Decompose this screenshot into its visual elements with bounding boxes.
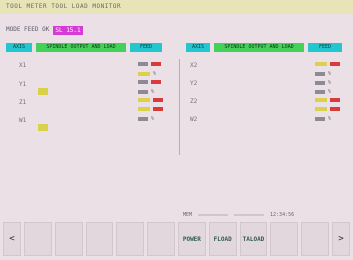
- value-bar: [153, 107, 163, 111]
- mode-line: MODE FEED OK SL 15.1: [6, 24, 83, 36]
- right-unit: %: [328, 89, 332, 95]
- value-bar: [151, 62, 161, 66]
- value-bar: [315, 81, 325, 85]
- value-bar: [330, 107, 340, 111]
- title-bar: TOOL METER TOOL LOAD MONITOR: [0, 0, 353, 14]
- value-bar: [138, 90, 148, 94]
- right-value-row: [315, 107, 340, 111]
- softkey-3[interactable]: [85, 222, 114, 256]
- right-unit: %: [328, 80, 332, 86]
- left-unit: %: [151, 89, 155, 95]
- softkey-4[interactable]: [116, 222, 145, 256]
- softkey-1[interactable]: [24, 222, 52, 256]
- value-bar: [330, 98, 340, 102]
- right-panel-header: AXIS SPINDLE OUTPUT AND LOAD FEED: [186, 43, 342, 52]
- softkey-taload[interactable]: TALOAD: [239, 222, 268, 256]
- left-unit: %: [151, 116, 155, 122]
- right-value-row: %: [315, 89, 331, 95]
- softkey-9[interactable]: [270, 222, 299, 256]
- right-value-row: %: [315, 80, 331, 86]
- right-value-row: [315, 62, 340, 66]
- right-axis-label: Z2: [190, 98, 198, 105]
- right-value-row: %: [315, 71, 331, 77]
- left-spindle-header: SPINDLE OUTPUT AND LOAD: [36, 43, 126, 52]
- right-axis-label: Y2: [190, 80, 198, 87]
- right-axis-header: AXIS: [186, 43, 210, 52]
- value-bar: [138, 62, 148, 66]
- right-value-row: %: [315, 116, 331, 122]
- left-feed-header: FEED: [130, 43, 162, 52]
- value-bar: [315, 117, 325, 121]
- right-unit: %: [328, 71, 332, 77]
- status-time: 12:34:56: [270, 212, 295, 218]
- left-value-row: [138, 62, 161, 66]
- value-bar: [315, 90, 325, 94]
- left-axis-label: X1: [19, 62, 27, 69]
- left-unit: %: [153, 71, 157, 77]
- left-value-row: %: [138, 116, 154, 122]
- right-value-row: [315, 98, 340, 102]
- status-mode: MEM: [183, 212, 193, 218]
- left-value-row: [138, 98, 163, 102]
- value-bar: [315, 98, 327, 102]
- softkey-2[interactable]: [54, 222, 83, 256]
- load-marker: [38, 124, 48, 131]
- softkey-power[interactable]: POWER: [177, 222, 206, 256]
- right-axis-label: W2: [190, 116, 198, 123]
- value-bar: [315, 62, 327, 66]
- left-value-row: %: [138, 71, 156, 77]
- value-bar: [330, 62, 340, 66]
- softkey-right-arrow[interactable]: >: [331, 222, 350, 256]
- softkey-fload[interactable]: FLOAD: [208, 222, 237, 256]
- load-marker: [38, 88, 48, 95]
- right-axis-label: X2: [190, 62, 198, 69]
- softkey-left-arrow[interactable]: <: [3, 222, 21, 256]
- softkey-bar: < POWER FLOAD TALOAD >: [3, 222, 350, 256]
- value-bar: [138, 72, 150, 76]
- left-axis-label: Z1: [19, 99, 27, 106]
- right-feed-header: FEED: [308, 43, 342, 52]
- value-bar: [151, 80, 161, 84]
- left-axis-label: Y1: [19, 81, 27, 88]
- right-spindle-header: SPINDLE OUTPUT AND LOAD: [214, 43, 304, 52]
- chevron-left-icon: <: [9, 234, 15, 244]
- value-bar: [315, 107, 327, 111]
- mode-badge: SL 15.1: [53, 25, 83, 35]
- status-box: [234, 214, 265, 216]
- cnc-monitor-screen: TOOL METER TOOL LOAD MONITOR MODE FEED O…: [0, 0, 353, 260]
- left-value-row: %: [138, 89, 154, 95]
- right-unit: %: [328, 116, 332, 122]
- value-bar: [138, 98, 150, 102]
- value-bar: [138, 107, 150, 111]
- value-bar: [138, 117, 148, 121]
- left-panel-header: AXIS SPINDLE OUTPUT AND LOAD FEED: [6, 43, 162, 52]
- value-bar: [138, 80, 148, 84]
- left-value-row: [138, 80, 161, 84]
- left-axis-header: AXIS: [6, 43, 32, 52]
- mode-text: MODE FEED OK: [6, 26, 50, 33]
- softkey-10[interactable]: [301, 222, 329, 256]
- left-axis-label: W1: [19, 117, 27, 124]
- softkey-5[interactable]: [147, 222, 175, 256]
- status-line: MEM 12:34:56: [183, 210, 343, 220]
- value-bar: [153, 98, 163, 102]
- status-box: [198, 214, 229, 216]
- panel-divider: [179, 59, 180, 155]
- value-bar: [315, 72, 325, 76]
- left-value-row: [138, 107, 163, 111]
- chevron-right-icon: >: [338, 234, 344, 244]
